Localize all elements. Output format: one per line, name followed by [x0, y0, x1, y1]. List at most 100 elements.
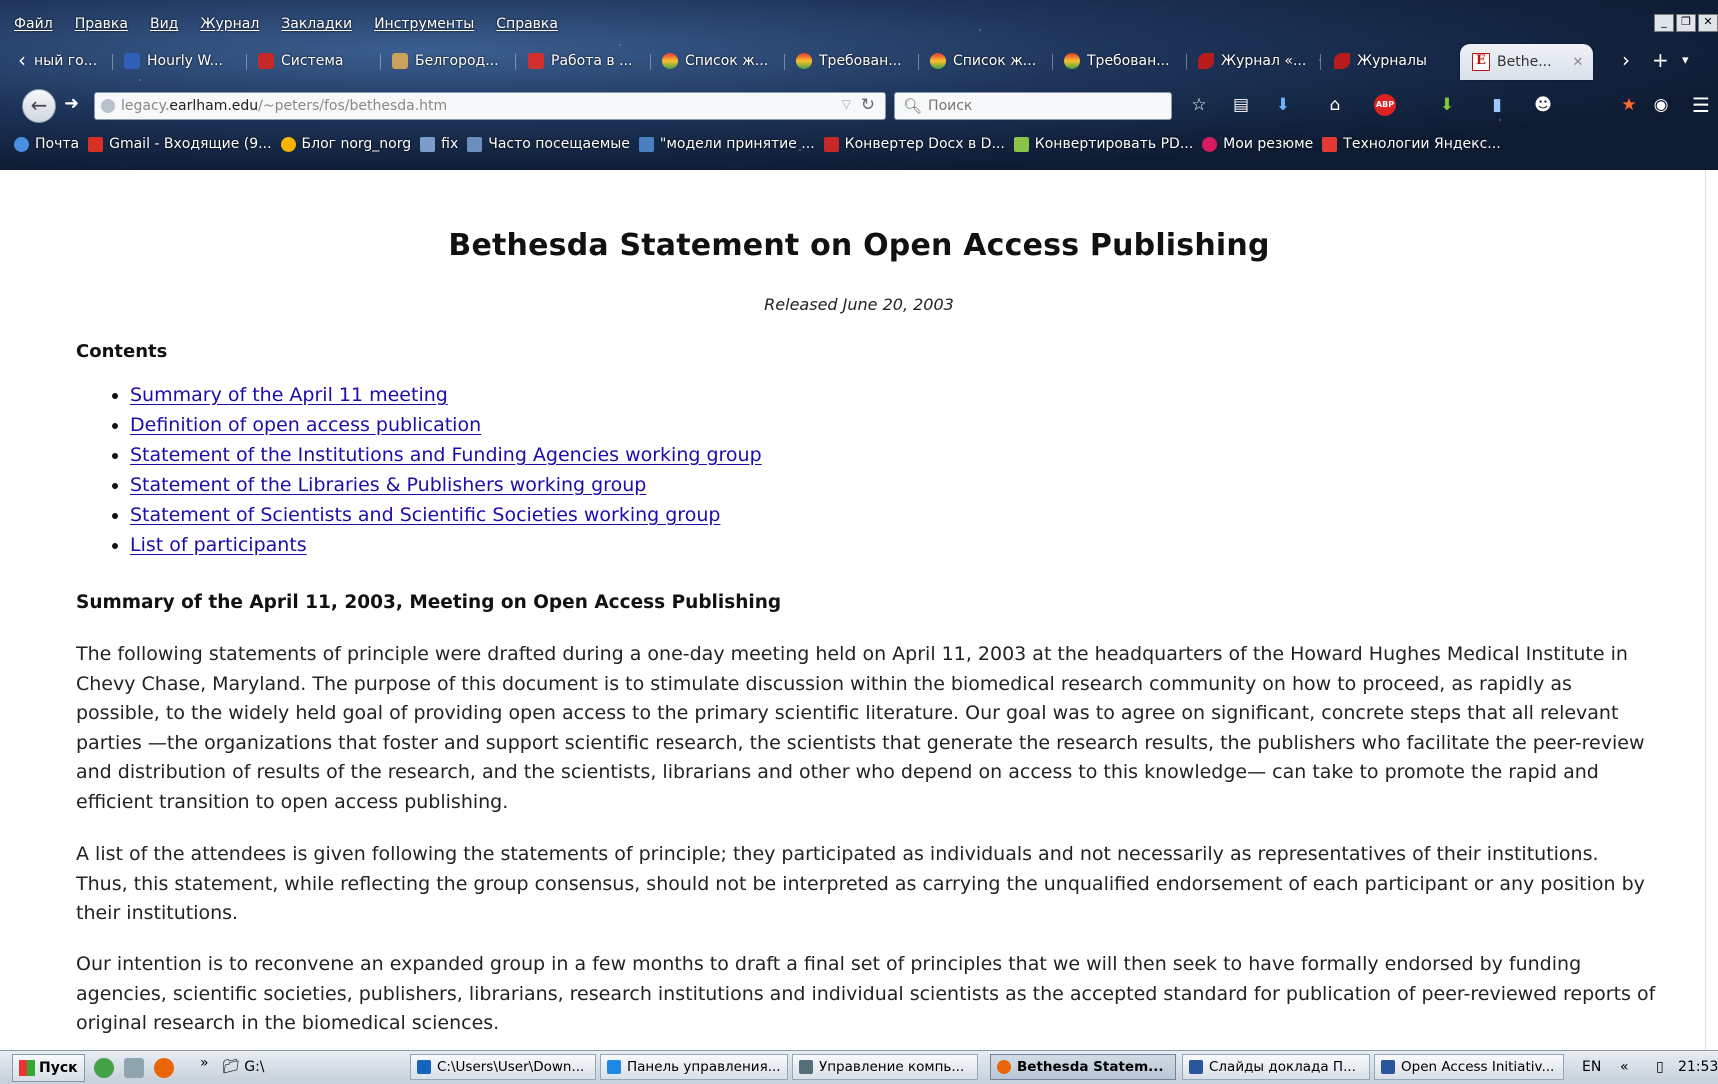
toc-link-summary[interactable]: Summary of the April 11 meeting	[130, 384, 448, 406]
quicklaunch-overflow-icon[interactable]: »	[200, 1055, 209, 1071]
start-label: Пуск	[39, 1060, 78, 1076]
bookmark-item[interactable]: Конвертировать PD...	[1013, 136, 1193, 152]
menu-help[interactable]: Справка	[496, 16, 558, 32]
menu-view[interactable]: Вид	[150, 16, 178, 32]
tab[interactable]: Hourly W...	[124, 47, 223, 75]
page-title: Bethesda Statement on Open Access Publis…	[448, 228, 1270, 263]
tab-scroll-right-icon[interactable]: ›	[1622, 48, 1630, 72]
toc-link-scientists[interactable]: Statement of Scientists and Scientific S…	[130, 504, 720, 526]
bookmark-star-icon[interactable]: ☆	[1188, 94, 1210, 116]
tab[interactable]: Белгород...	[392, 47, 499, 75]
reload-icon[interactable]: ↻	[861, 95, 875, 115]
toc-link-participants[interactable]: List of participants	[130, 534, 307, 556]
tab-label: Список ж...	[685, 53, 769, 69]
start-button[interactable]: Пуск	[12, 1054, 85, 1082]
paragraph: Our intention is to reconvene an expande…	[76, 953, 1656, 1034]
tab[interactable]: Работа в ...	[528, 47, 632, 75]
toc-item: Statement of the Libraries & Publishers …	[130, 470, 762, 500]
adblock-plus-icon[interactable]: ABP	[1374, 94, 1396, 116]
reading-list-icon[interactable]: ▤	[1230, 94, 1252, 116]
drive-toolbar[interactable]: 📁︎ G:\	[222, 1059, 265, 1075]
menu-history[interactable]: Журнал	[200, 16, 259, 32]
tab-label: Журнал «...	[1221, 53, 1307, 69]
vertical-scrollbar[interactable]	[1705, 170, 1718, 1050]
menu-tools[interactable]: Инструменты	[374, 16, 474, 32]
notes-icon[interactable]: ▮	[1486, 94, 1508, 116]
language-indicator[interactable]: EN	[1582, 1059, 1601, 1075]
quicklaunch-calendar-icon[interactable]	[124, 1058, 144, 1078]
tab-favicon	[1064, 53, 1080, 69]
bookmark-item[interactable]: fix	[420, 136, 458, 152]
tab-close-icon[interactable]: ✕	[1573, 55, 1584, 70]
restore-button[interactable]: ❐	[1676, 14, 1696, 32]
menu-bookmarks[interactable]: Закладки	[281, 16, 352, 32]
tab-list-icon[interactable]: ▾	[1682, 53, 1689, 68]
hamburger-menu-icon[interactable]: ☰	[1690, 94, 1712, 116]
tab[interactable]: Список ж...	[662, 47, 768, 75]
minimize-button[interactable]: _	[1654, 14, 1674, 32]
taskbar-button[interactable]: Open Access Initiativ...	[1374, 1054, 1564, 1080]
word-icon	[1381, 1060, 1395, 1074]
page-content: Bethesda Statement on Open Access Publis…	[0, 170, 1706, 1050]
toc-link-institutions[interactable]: Statement of the Institutions and Fundin…	[130, 444, 762, 466]
word-icon	[1189, 1060, 1203, 1074]
taskbar-button[interactable]: Панель управления...	[600, 1054, 788, 1080]
toc-item: List of participants	[130, 530, 762, 560]
bookmark-item[interactable]: "модели принятие ...	[638, 136, 815, 152]
quicklaunch-refresh-icon[interactable]	[94, 1058, 114, 1078]
release-date: Released June 20, 2003	[764, 295, 954, 314]
url-dropdown-icon[interactable]: ▽	[842, 97, 851, 111]
tab[interactable]: Требован...	[1064, 47, 1170, 75]
globe-icon	[101, 99, 115, 113]
paragraph: A list of the attendees is given followi…	[76, 843, 1645, 924]
toc-link-libraries[interactable]: Statement of the Libraries & Publishers …	[130, 474, 646, 496]
search-input[interactable]	[928, 98, 1159, 114]
bookmark-label: Технологии Яндекс...	[1343, 136, 1501, 152]
taskbar-button[interactable]: Слайды доклада П...	[1182, 1054, 1370, 1080]
tray-clipboard-icon[interactable]: ▯	[1656, 1059, 1664, 1075]
taskbar-button[interactable]: C:\Users\User\Down...	[410, 1054, 596, 1080]
extension-drop-icon[interactable]: ◉	[1650, 94, 1672, 116]
menu-edit[interactable]: Правка	[75, 16, 128, 32]
bookmark-item[interactable]: Технологии Яндекс...	[1322, 136, 1501, 152]
home-icon[interactable]: ⌂	[1324, 94, 1346, 116]
search-bar[interactable]: 🔍︎	[894, 92, 1172, 120]
tray-collapse-icon[interactable]: «	[1620, 1059, 1629, 1075]
bookmark-item[interactable]: Конвертер Docx в D...	[823, 136, 1005, 152]
tab-separator	[246, 54, 247, 70]
extension-star-icon[interactable]: ★	[1618, 94, 1640, 116]
bookmark-item[interactable]: Часто посещаемые	[467, 136, 630, 152]
toc-link-definition[interactable]: Definition of open access publication	[130, 414, 481, 436]
drive-label: G:\	[244, 1059, 265, 1075]
bookmark-item[interactable]: Блог norg_norg	[280, 136, 411, 152]
close-window-button[interactable]: ✕	[1698, 14, 1718, 32]
new-tab-icon[interactable]: +	[1652, 48, 1669, 72]
bookmark-item[interactable]: Мои резюме	[1202, 136, 1313, 152]
chat-icon[interactable]: ☻	[1532, 94, 1554, 116]
yandex-icon	[1322, 136, 1338, 152]
tab-label: Список ж...	[953, 53, 1037, 69]
quicklaunch-firefox-icon[interactable]	[154, 1058, 174, 1078]
tab-active[interactable]: E Bethe... ✕	[1460, 44, 1594, 80]
taskbar-button[interactable]: Управление компь...	[792, 1054, 978, 1080]
tab[interactable]: Система	[258, 47, 343, 75]
tab[interactable]: Список ж...	[930, 47, 1036, 75]
tab[interactable]: Требован...	[796, 47, 902, 75]
tab-favicon	[528, 53, 544, 69]
back-button[interactable]: ←	[22, 89, 56, 123]
tab[interactable]: Журнал «...	[1198, 47, 1306, 75]
address-bar[interactable]: legacy.earlham.edu/~peters/fos/bethesda.…	[94, 92, 886, 120]
tab[interactable]: ный го...	[34, 47, 97, 75]
tab-scroll-left-icon[interactable]: ‹	[18, 48, 26, 72]
bookmark-item[interactable]: Почта	[14, 136, 79, 152]
bookmark-item[interactable]: Gmail - Входящие (9...	[88, 136, 272, 152]
tab-separator	[1320, 54, 1321, 70]
menu-file[interactable]: Файл	[14, 16, 53, 32]
forward-button[interactable]: ➜	[64, 93, 79, 114]
save-download-icon[interactable]: ⬇	[1436, 94, 1458, 116]
window-controls: _ ❐ ✕	[1654, 14, 1718, 32]
bookmark-label: Часто посещаемые	[488, 136, 630, 152]
downloads-icon[interactable]: ⬇	[1272, 94, 1294, 116]
tab[interactable]: Журналы	[1334, 47, 1427, 75]
taskbar-button-active[interactable]: Bethesda Statem...	[990, 1054, 1176, 1080]
